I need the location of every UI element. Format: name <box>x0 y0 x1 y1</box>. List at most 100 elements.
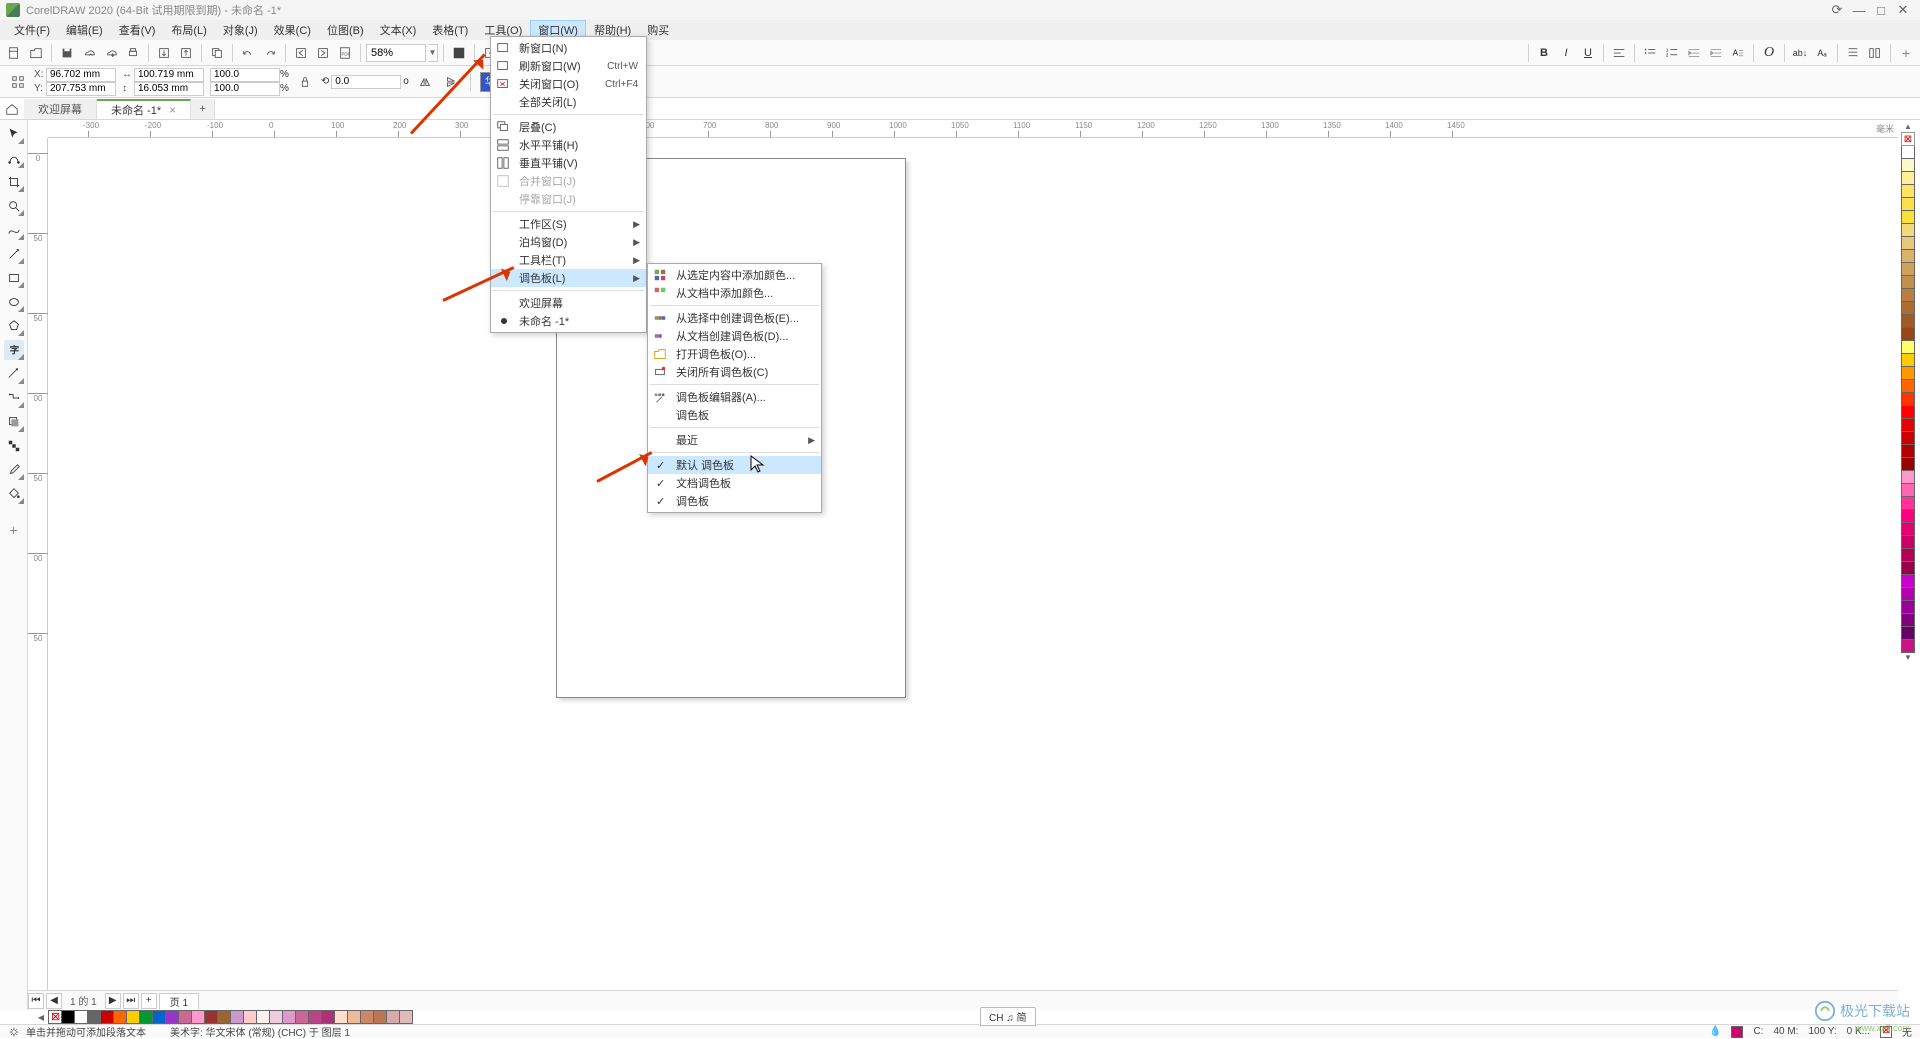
parallel-dim-icon[interactable] <box>4 364 24 384</box>
close-icon[interactable]: ✕ <box>1892 2 1914 18</box>
grid-icon[interactable] <box>8 72 28 92</box>
mi-palette-check[interactable]: ✓调色板 <box>648 492 821 510</box>
indent-inc-icon[interactable] <box>1706 43 1726 63</box>
color-swatch[interactable] <box>1901 548 1915 562</box>
mi-close-all[interactable]: 全部关闭(L) <box>491 93 646 111</box>
tab-welcome[interactable]: 欢迎屏幕 <box>24 99 97 119</box>
doc-color-swatch[interactable] <box>373 1010 387 1024</box>
mi-recent[interactable]: 最近▶ <box>648 431 821 449</box>
ab-icon[interactable]: ab↓ <box>1790 43 1810 63</box>
page-prev-icon[interactable]: ◀ <box>46 993 62 1009</box>
mi-create-from-doc[interactable]: 从文档创建调色板(D)... <box>648 327 821 345</box>
pos-x-input[interactable] <box>46 68 116 82</box>
color-swatch[interactable] <box>1901 509 1915 523</box>
mi-open-palette[interactable]: 打开调色板(O)... <box>648 345 821 363</box>
mi-palettes-list[interactable]: 调色板 <box>648 406 821 424</box>
undo-icon[interactable] <box>238 43 258 63</box>
cloud-up-icon[interactable] <box>79 43 99 63</box>
cloud-down-icon[interactable] <box>101 43 121 63</box>
docpal-left-icon[interactable]: ◀ <box>34 1013 48 1022</box>
home-icon[interactable] <box>0 99 24 119</box>
doc-color-swatch[interactable] <box>230 1010 244 1024</box>
color-swatch[interactable] <box>1901 236 1915 250</box>
color-swatch[interactable] <box>1901 600 1915 614</box>
menu-bitmap[interactable]: 位图(B) <box>319 20 372 40</box>
color-swatch[interactable] <box>1901 431 1915 445</box>
zoom-tool-icon[interactable] <box>4 196 24 216</box>
doc-color-swatch[interactable] <box>152 1010 166 1024</box>
ime-indicator[interactable]: CH ♫ 简 <box>980 1007 1036 1026</box>
scale-y-input[interactable] <box>210 82 280 96</box>
freehand-tool-icon[interactable] <box>4 220 24 240</box>
color-swatch[interactable] <box>1901 405 1915 419</box>
export-icon[interactable] <box>176 43 196 63</box>
mi-palette-editor[interactable]: 调色板编辑器(A)... <box>648 388 821 406</box>
zoom-input[interactable] <box>366 44 426 62</box>
doc-color-swatch[interactable] <box>334 1010 348 1024</box>
color-swatch[interactable] <box>1901 587 1915 601</box>
text-direction-icon[interactable] <box>1843 43 1863 63</box>
mi-default-palette[interactable]: ✓默认 调色板 <box>648 456 821 474</box>
tab-new[interactable]: + <box>191 99 215 119</box>
mi-doc-active[interactable]: 未命名 -1* <box>491 312 646 330</box>
page-add-icon[interactable]: + <box>141 993 157 1009</box>
print-icon[interactable] <box>123 43 143 63</box>
color-swatch[interactable] <box>1901 561 1915 575</box>
dropcap-icon[interactable]: A <box>1728 43 1748 63</box>
mi-create-from-sel[interactable]: 从选择中创建调色板(E)... <box>648 309 821 327</box>
width-input[interactable] <box>134 68 204 82</box>
doc-color-swatch[interactable] <box>61 1010 75 1024</box>
zoom-dropdown-icon[interactable]: ▼ <box>428 44 438 62</box>
pick-tool-icon[interactable] <box>4 124 24 144</box>
color-swatch[interactable] <box>1901 626 1915 640</box>
color-swatch[interactable] <box>1901 522 1915 536</box>
palette-up-arrow-icon[interactable]: ▲ <box>1901 120 1915 132</box>
menu-table[interactable]: 表格(T) <box>424 20 476 40</box>
color-swatch[interactable] <box>1901 535 1915 549</box>
doc-color-swatch[interactable] <box>243 1010 257 1024</box>
color-swatch[interactable] <box>1901 379 1915 393</box>
color-swatch[interactable] <box>1901 366 1915 380</box>
text-tool-icon[interactable]: 字 <box>4 340 24 360</box>
doc-color-swatch[interactable] <box>87 1010 101 1024</box>
doc-color-swatch[interactable] <box>282 1010 296 1024</box>
polygon-tool-icon[interactable] <box>4 316 24 336</box>
numlist-icon[interactable]: 12 <box>1662 43 1682 63</box>
color-swatch[interactable] <box>1901 301 1915 315</box>
doc-color-swatch[interactable] <box>308 1010 322 1024</box>
doc-color-swatch[interactable] <box>191 1010 205 1024</box>
mi-cascade[interactable]: 层叠(C) <box>491 118 646 136</box>
bold-button[interactable]: B <box>1534 43 1554 63</box>
mi-welcome[interactable]: 欢迎屏幕 <box>491 294 646 312</box>
tab-close-icon[interactable]: × <box>169 103 176 117</box>
mi-close-all-palettes[interactable]: 关闭所有调色板(C) <box>648 363 821 381</box>
mi-workspace[interactable]: 工作区(S)▶ <box>491 215 646 233</box>
artistic-tool-icon[interactable] <box>4 244 24 264</box>
open-icon[interactable] <box>26 43 46 63</box>
page-last-icon[interactable]: ⏭ <box>123 993 139 1009</box>
export2-icon[interactable] <box>313 43 333 63</box>
copy-icon[interactable] <box>207 43 227 63</box>
add-tool-icon[interactable]: + <box>4 520 24 540</box>
doc-color-swatch[interactable] <box>399 1010 413 1024</box>
gear-icon[interactable] <box>8 1026 20 1038</box>
lock-ratio-icon[interactable] <box>295 72 315 92</box>
color-swatch[interactable] <box>1901 353 1915 367</box>
italic-button[interactable]: I <box>1556 43 1576 63</box>
color-swatch[interactable] <box>1901 340 1915 354</box>
color-swatch[interactable] <box>1901 171 1915 185</box>
mi-doc-palette[interactable]: ✓文档调色板 <box>648 474 821 492</box>
color-swatch[interactable] <box>1901 496 1915 510</box>
mirror-h-icon[interactable] <box>415 72 435 92</box>
shape-tool-icon[interactable] <box>4 148 24 168</box>
mi-new-window[interactable]: 新窗口(N) <box>491 39 646 57</box>
doc-color-swatch[interactable] <box>386 1010 400 1024</box>
doc-color-swatch[interactable] <box>100 1010 114 1024</box>
align-left-icon[interactable] <box>1609 43 1629 63</box>
redo-icon[interactable] <box>260 43 280 63</box>
doc-color-swatch[interactable] <box>347 1010 361 1024</box>
color-swatch[interactable] <box>1901 327 1915 341</box>
color-swatch[interactable] <box>1901 184 1915 198</box>
mi-tile-v[interactable]: 垂直平铺(V) <box>491 154 646 172</box>
save-icon[interactable] <box>57 43 77 63</box>
